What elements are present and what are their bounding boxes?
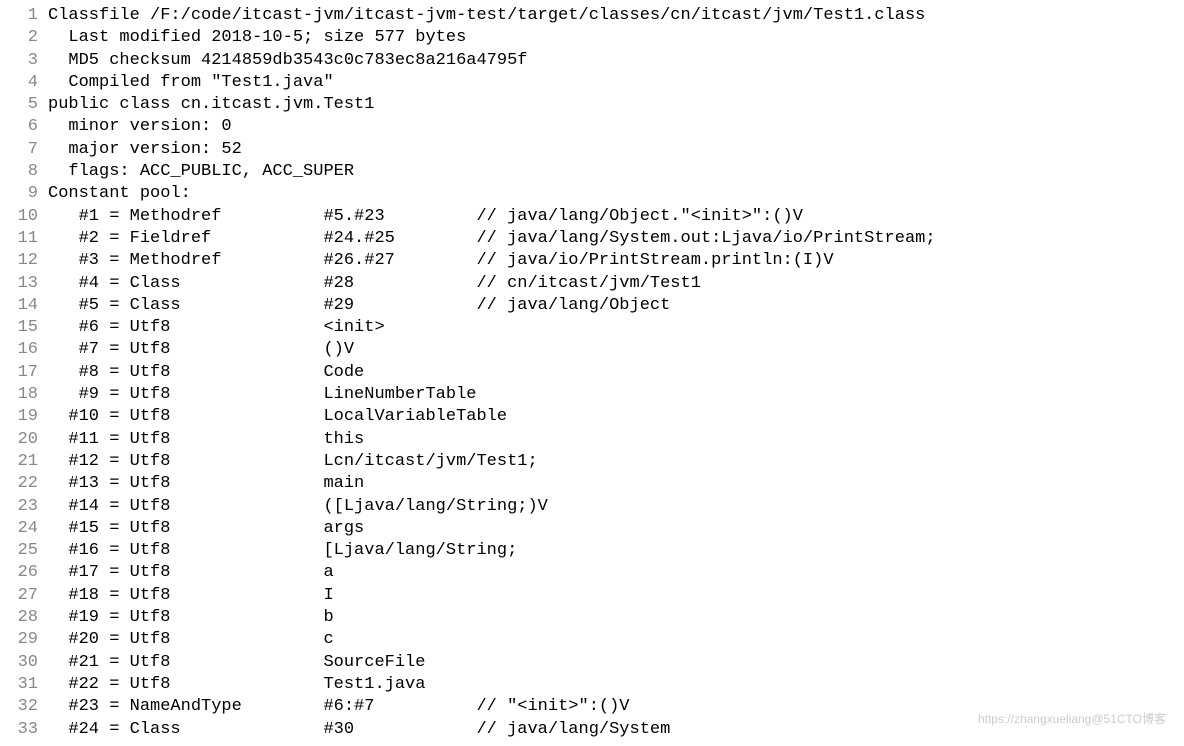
line-number: 17: [18, 363, 38, 382]
code-content[interactable]: Classfile /F:/code/itcast-jvm/itcast-jvm…: [48, 5, 1184, 741]
line-number: 24: [18, 519, 38, 538]
code-line[interactable]: MD5 checksum 4214859db3543c0c783ec8a216a…: [48, 50, 1184, 72]
code-line[interactable]: #17 = Utf8 a: [48, 562, 1184, 584]
code-line[interactable]: Last modified 2018-10-5; size 577 bytes: [48, 27, 1184, 49]
code-line[interactable]: #21 = Utf8 SourceFile: [48, 652, 1184, 674]
line-number: 29: [18, 630, 38, 649]
line-number: 2: [28, 28, 38, 47]
code-line[interactable]: #22 = Utf8 Test1.java: [48, 674, 1184, 696]
line-number: 4: [28, 73, 38, 92]
line-number: 28: [18, 608, 38, 627]
line-number: 25: [18, 541, 38, 560]
line-number: 11: [18, 229, 38, 248]
line-number-gutter: 1234567891011121314151617181920212223242…: [0, 5, 48, 741]
line-number: 33: [18, 720, 38, 739]
line-number: 7: [28, 140, 38, 159]
line-number: 1: [28, 6, 38, 25]
code-line[interactable]: #8 = Utf8 Code: [48, 362, 1184, 384]
line-number: 13: [18, 274, 38, 293]
line-number: 27: [18, 586, 38, 605]
line-number: 31: [18, 675, 38, 694]
line-number: 22: [18, 474, 38, 493]
code-line[interactable]: #10 = Utf8 LocalVariableTable: [48, 406, 1184, 428]
line-number: 20: [18, 430, 38, 449]
code-line[interactable]: #14 = Utf8 ([Ljava/lang/String;)V: [48, 496, 1184, 518]
code-line[interactable]: Compiled from "Test1.java": [48, 72, 1184, 94]
code-line[interactable]: Classfile /F:/code/itcast-jvm/itcast-jvm…: [48, 5, 1184, 27]
line-number: 30: [18, 653, 38, 672]
code-line[interactable]: #9 = Utf8 LineNumberTable: [48, 384, 1184, 406]
code-line[interactable]: Constant pool:: [48, 183, 1184, 205]
code-line[interactable]: #11 = Utf8 this: [48, 429, 1184, 451]
line-number: 10: [18, 207, 38, 226]
code-line[interactable]: #18 = Utf8 I: [48, 585, 1184, 607]
line-number: 19: [18, 407, 38, 426]
code-line[interactable]: #2 = Fieldref #24.#25 // java/lang/Syste…: [48, 228, 1184, 250]
code-line[interactable]: #15 = Utf8 args: [48, 518, 1184, 540]
code-line[interactable]: flags: ACC_PUBLIC, ACC_SUPER: [48, 161, 1184, 183]
code-line[interactable]: #6 = Utf8 <init>: [48, 317, 1184, 339]
line-number: 32: [18, 697, 38, 716]
code-line[interactable]: minor version: 0: [48, 116, 1184, 138]
code-line[interactable]: #16 = Utf8 [Ljava/lang/String;: [48, 540, 1184, 562]
code-line[interactable]: #3 = Methodref #26.#27 // java/io/PrintS…: [48, 250, 1184, 272]
code-line[interactable]: #19 = Utf8 b: [48, 607, 1184, 629]
line-number: 26: [18, 563, 38, 582]
line-number: 3: [28, 51, 38, 70]
code-line[interactable]: #4 = Class #28 // cn/itcast/jvm/Test1: [48, 273, 1184, 295]
code-line[interactable]: #12 = Utf8 Lcn/itcast/jvm/Test1;: [48, 451, 1184, 473]
code-line[interactable]: #1 = Methodref #5.#23 // java/lang/Objec…: [48, 206, 1184, 228]
watermark: https://zhangxueliang@51CTO博客: [978, 708, 1166, 730]
line-number: 6: [28, 117, 38, 136]
line-number: 18: [18, 385, 38, 404]
line-number: 16: [18, 340, 38, 359]
line-number: 21: [18, 452, 38, 471]
code-line[interactable]: #20 = Utf8 c: [48, 629, 1184, 651]
code-line[interactable]: public class cn.itcast.jvm.Test1: [48, 94, 1184, 116]
line-number: 12: [18, 251, 38, 270]
code-line[interactable]: #5 = Class #29 // java/lang/Object: [48, 295, 1184, 317]
line-number: 15: [18, 318, 38, 337]
line-number: 14: [18, 296, 38, 315]
line-number: 9: [28, 184, 38, 203]
code-line[interactable]: #7 = Utf8 ()V: [48, 339, 1184, 361]
line-number: 23: [18, 497, 38, 516]
code-line[interactable]: major version: 52: [48, 139, 1184, 161]
line-number: 5: [28, 95, 38, 114]
code-editor-view: 1234567891011121314151617181920212223242…: [0, 0, 1184, 746]
code-line[interactable]: #13 = Utf8 main: [48, 473, 1184, 495]
line-number: 8: [28, 162, 38, 181]
